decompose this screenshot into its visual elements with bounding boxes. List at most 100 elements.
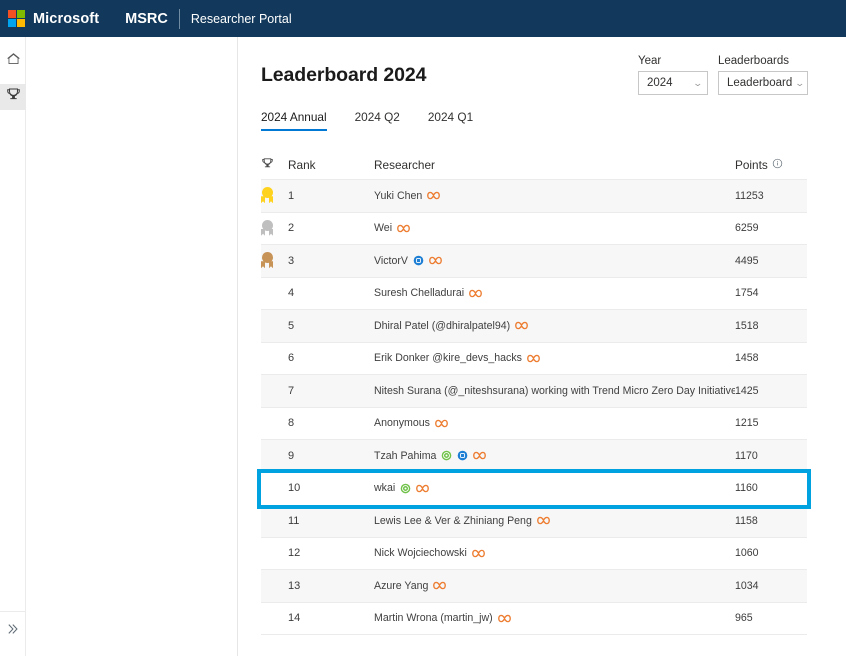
expand-nav-button[interactable]	[0, 616, 26, 642]
researcher-name: Azure Yang	[374, 579, 429, 592]
badge-infinity-icon[interactable]	[416, 484, 430, 493]
cell-researcher: Azure Yang	[374, 580, 735, 592]
cell-rank: 14	[288, 612, 301, 625]
table-row[interactable]: 9 Tzah Pahima 1170	[261, 440, 807, 473]
researcher-name: Wei	[374, 222, 393, 235]
badge-infinity-icon[interactable]	[471, 549, 485, 558]
leaderboards-select[interactable]: Leaderboard ⌄	[718, 71, 808, 95]
cell-researcher: Dhiral Patel (@dhiralpatel94)	[374, 320, 735, 332]
cell-rank: 12	[288, 547, 301, 560]
researcher-name: VictorV	[374, 254, 408, 267]
year-select[interactable]: 2024 ⌄	[638, 71, 708, 95]
tab-2024-annual[interactable]: 2024 Annual	[261, 110, 341, 131]
badge-green-icon[interactable]	[441, 450, 452, 461]
table-row[interactable]: 10 wkai 1160	[257, 468, 811, 509]
cell-researcher: Wei	[374, 222, 735, 234]
rail-separator	[0, 611, 26, 612]
researcher-name: Martin Wrona (martin_jw)	[374, 612, 493, 625]
cell-researcher: Lewis Lee & Ver & Zhiniang Peng	[374, 515, 735, 527]
table-row[interactable]: 8 Anonymous 1215	[261, 407, 807, 440]
researcher-name: Yuki Chen	[374, 189, 423, 202]
column-header-points-label: Points	[735, 158, 768, 172]
researcher-name: Suresh Chelladurai	[374, 287, 465, 300]
table-row[interactable]: 12 Nick Wojciechowski 1060	[261, 537, 807, 570]
badge-infinity-icon[interactable]	[433, 581, 447, 590]
table-row[interactable]: 7 Nitesh Surana (@_niteshsurana) working …	[261, 375, 807, 408]
column-header-points[interactable]: Points	[735, 158, 807, 172]
table-row[interactable]: 13 Azure Yang 1034	[261, 570, 807, 603]
cell-points: 4495	[735, 254, 759, 267]
sidebar-item-home[interactable]	[0, 48, 26, 74]
table-row[interactable]: 14 Martin Wrona (martin_jw) 965	[261, 602, 807, 635]
badge-blue-icon[interactable]	[413, 255, 424, 266]
researcher-portal-label[interactable]: Researcher Portal	[191, 12, 292, 26]
table-row[interactable]: 1 Yuki Chen 11253	[261, 180, 807, 213]
cell-points: 1158	[735, 514, 758, 527]
table-header-row: Rank Researcher Points	[261, 151, 807, 180]
badge-infinity-icon[interactable]	[515, 321, 529, 330]
column-header-researcher[interactable]: Researcher	[374, 158, 735, 172]
cell-rank: 6	[288, 352, 295, 365]
badge-infinity-icon[interactable]	[435, 419, 448, 428]
year-select-value: 2024	[647, 77, 673, 89]
researcher-name: Erik Donker @kire_devs_hacks	[374, 352, 522, 365]
table-row[interactable]: 3 VictorV 4495	[261, 245, 807, 278]
cell-points: 6259	[735, 222, 759, 235]
cell-researcher: Yuki Chen	[374, 190, 735, 202]
badge-infinity-icon[interactable]	[397, 224, 410, 233]
badge-infinity-icon[interactable]	[473, 451, 487, 460]
badge-infinity-icon[interactable]	[427, 191, 441, 200]
tab-label: 2024 Q1	[427, 110, 474, 124]
badge-infinity-icon[interactable]	[536, 516, 550, 525]
badge-infinity-icon[interactable]	[469, 289, 483, 298]
cell-researcher: Suresh Chelladurai	[374, 287, 735, 299]
trophy-icon	[261, 157, 274, 173]
cell-rank: 2	[288, 222, 295, 235]
cell-rank: 3	[288, 254, 295, 267]
cell-researcher: wkai	[374, 482, 735, 494]
tab-label: 2024 Q2	[354, 110, 400, 124]
cell-researcher: Anonymous	[374, 417, 735, 429]
researcher-name: Anonymous	[374, 417, 430, 430]
msrc-label[interactable]: MSRC	[125, 11, 168, 27]
badge-infinity-icon[interactable]	[497, 614, 511, 623]
table-body: 1 Yuki Chen 11253 2 Wei 6259 3 VictorV 4495 4 Sure…	[257, 180, 811, 635]
tab-2024-q1[interactable]: 2024 Q1	[428, 110, 487, 131]
table-row[interactable]: 6 Erik Donker @kire_devs_hacks 1458	[261, 342, 807, 375]
sidebar-item-leaderboard[interactable]	[0, 84, 26, 110]
column-header-rank[interactable]: Rank	[288, 158, 374, 172]
microsoft-wordmark[interactable]: Microsoft	[33, 11, 99, 27]
table-row[interactable]: 4 Suresh Chelladurai 1754	[261, 277, 807, 310]
left-nav-rail	[0, 37, 26, 656]
header-divider	[178, 8, 180, 29]
leaderboards-select-value: Leaderboard	[727, 77, 793, 89]
badge-infinity-icon[interactable]	[429, 256, 442, 265]
cell-rank: 9	[288, 449, 295, 462]
leaderboards-filter-label: Leaderboards	[718, 55, 789, 67]
badge-green-icon[interactable]	[400, 483, 411, 494]
cell-points: 11253	[735, 189, 764, 202]
year-filter-label: Year	[638, 55, 662, 67]
gold-medal-icon	[261, 187, 274, 204]
table-row[interactable]: 11 Lewis Lee & Ver & Zhiniang Peng 1158	[261, 505, 807, 538]
table-row[interactable]: 2 Wei 6259	[261, 212, 807, 245]
info-icon[interactable]	[772, 158, 783, 172]
badge-blue-icon[interactable]	[457, 450, 468, 461]
leaderboard-table: Rank Researcher Points 1 Yuki Chen 11253 2 W…	[257, 151, 811, 635]
cell-points: 1160	[735, 482, 758, 495]
researcher-name: Nick Wojciechowski	[374, 547, 467, 560]
researcher-name: wkai	[374, 482, 396, 495]
cell-rank: 13	[288, 579, 301, 592]
cell-researcher: Tzah Pahima	[374, 450, 735, 462]
badge-infinity-icon[interactable]	[527, 354, 540, 363]
tab-2024-q2[interactable]: 2024 Q2	[355, 110, 414, 131]
leaderboards-filter: Leaderboards Leaderboard ⌄	[718, 55, 808, 95]
cell-rank: 5	[288, 319, 295, 332]
table-row[interactable]: 5 Dhiral Patel (@dhiralpatel94) 1518	[261, 310, 807, 343]
cell-points: 1425	[735, 384, 759, 397]
silver-medal-icon	[261, 219, 274, 237]
year-filter: Year 2024 ⌄	[638, 55, 708, 95]
cell-researcher: Martin Wrona (martin_jw)	[374, 612, 735, 624]
column-header-medal	[261, 157, 288, 173]
cell-rank: 7	[288, 384, 295, 397]
